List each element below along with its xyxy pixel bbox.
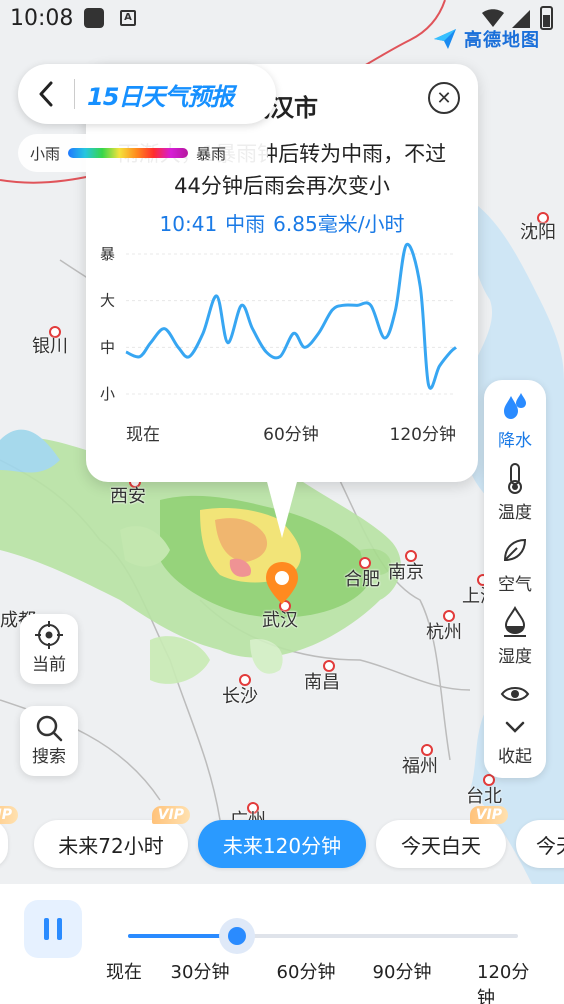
layer-temperature[interactable]: 温度 [484,462,546,523]
water-drop-icon [504,393,526,419]
status-time: 10:08 [10,6,74,31]
amap-logo-text: 高德地图 [464,30,540,51]
tab-today-partial[interactable]: 今天 [516,820,564,868]
locate-label: 当前 [32,655,66,675]
precipitation-legend: 小雨 暴雨 [18,134,268,172]
vip-badge: VIP [151,806,190,824]
chevron-down-icon [505,721,525,733]
search-icon [36,715,63,742]
legend-color-bar [68,148,189,158]
locate-icon [35,621,63,649]
signal-icon [512,10,530,28]
city-label: 南昌 [304,672,340,693]
pause-icon [44,918,49,940]
collapse-label: 收起 [498,747,532,767]
layer-air-label: 空气 [498,575,532,595]
header-divider [74,79,75,109]
timeline-label: 30分钟 [170,962,230,983]
chart-y-tick: 暴 [100,245,115,263]
layer-panel: 降水 温度 空气 湿度 收起 [484,380,546,778]
current-rate: 6.85毫米/小时 [273,212,405,236]
timeline-slider-thumb[interactable] [219,918,256,954]
timeline-label: 60分钟 [276,962,336,983]
current-level: 中雨 [225,212,266,236]
page-title: 15日天气预报 [87,82,234,111]
close-button[interactable]: ✕ [428,82,460,114]
chart-x-tick: 120分钟 [390,425,456,445]
description-line2: 44分钟后雨会再次变小 [174,174,390,198]
city-label: 武汉 [262,610,298,631]
layer-precipitation-label: 降水 [498,431,532,451]
legend-min-label: 小雨 [30,144,61,163]
amap-arrow-icon [434,29,456,49]
time-range-tabs: VIP 未来72小时 VIP 未来120分钟 今天白天 VIP 今天 [0,806,564,870]
location-pin-icon[interactable] [264,560,300,606]
city-label: 西安 [110,486,146,507]
layer-air[interactable]: 空气 [484,534,546,595]
city-label: 杭州 [426,622,462,643]
chart-x-tick: 60分钟 [263,425,319,445]
city-label: 长沙 [222,686,258,707]
battery-icon [540,6,553,30]
vip-badge: VIP [469,806,508,824]
tab-72-hours-label: 未来72小时 [58,833,164,858]
humidity-icon [504,606,526,637]
thermometer-icon [508,463,522,494]
tab-72-hours[interactable]: 未来72小时 VIP [34,806,190,868]
close-icon: ✕ [436,87,452,109]
city-label: 沈阳 [520,222,556,243]
wifi-icon [482,9,504,27]
back-button[interactable] [18,64,74,124]
tab-120-minutes-label: 未来120分钟 [222,833,342,858]
app-a-icon: A [120,10,136,26]
tab-today-daytime[interactable]: 今天白天 VIP [376,806,508,868]
chevron-left-icon [39,81,53,107]
city-label: 银川 [32,336,68,357]
city-label: 台北 [466,786,502,807]
collapse-button[interactable]: 收起 [484,716,546,767]
city-label: 南京 [388,562,424,583]
tab-today-partial-label: 今天 [536,833,564,858]
rain-forecast-card: 武汉市 ✕ 雨渐大，1暴雨钟后转为中雨，不过 44分钟后雨会再次变小 10:41… [86,64,478,482]
header-bar: 15日天气预报 [18,64,276,124]
tab-previous-partial[interactable]: VIP [0,806,18,868]
tab-120-minutes[interactable]: 未来120分钟 [198,820,366,868]
pause-button[interactable] [24,900,82,958]
layer-humidity-label: 湿度 [498,647,532,667]
locate-button[interactable]: 当前 [20,614,78,684]
search-label: 搜索 [32,747,66,767]
city-label: 合肥 [344,569,380,590]
card-pointer [266,478,298,538]
chart-y-tick: 小 [100,385,115,403]
layer-precipitation[interactable]: 降水 [484,390,546,451]
timeline-track[interactable] [128,934,518,938]
tab-today-daytime-label: 今天白天 [401,833,481,858]
layer-visibility[interactable] [484,678,546,714]
amap-logo: 高德地图 [432,26,540,52]
timeline-label: 120分钟 [477,962,530,1004]
current-time: 10:41 [159,212,218,236]
search-button[interactable]: 搜索 [20,706,78,776]
chart-x-tick: 现在 [126,425,160,445]
layer-temperature-label: 温度 [498,503,532,523]
precipitation-chart: 小 中 大 暴现在 60分钟 120分钟 [100,242,457,445]
layer-humidity[interactable]: 湿度 [484,606,546,667]
timeline-label: 现在 [106,962,142,983]
chart-series-line [125,242,457,390]
timeline-label: 90分钟 [372,962,432,983]
chart-y-tick: 大 [100,292,115,310]
eye-icon [500,687,530,701]
timeline-bar: 现在 30分钟 60分钟 90分钟 120分钟 [0,884,564,1004]
pause-icon-bar [57,918,62,940]
legend-max-label: 暴雨 [196,144,227,163]
chart-y-tick: 中 [100,338,115,356]
notification-icon [84,8,104,28]
leaf-icon [503,538,527,562]
current-reading: 10:41 中雨 6.85毫米/小时 [86,208,478,237]
vip-badge: VIP [0,806,18,824]
city-label: 福州 [402,756,438,777]
